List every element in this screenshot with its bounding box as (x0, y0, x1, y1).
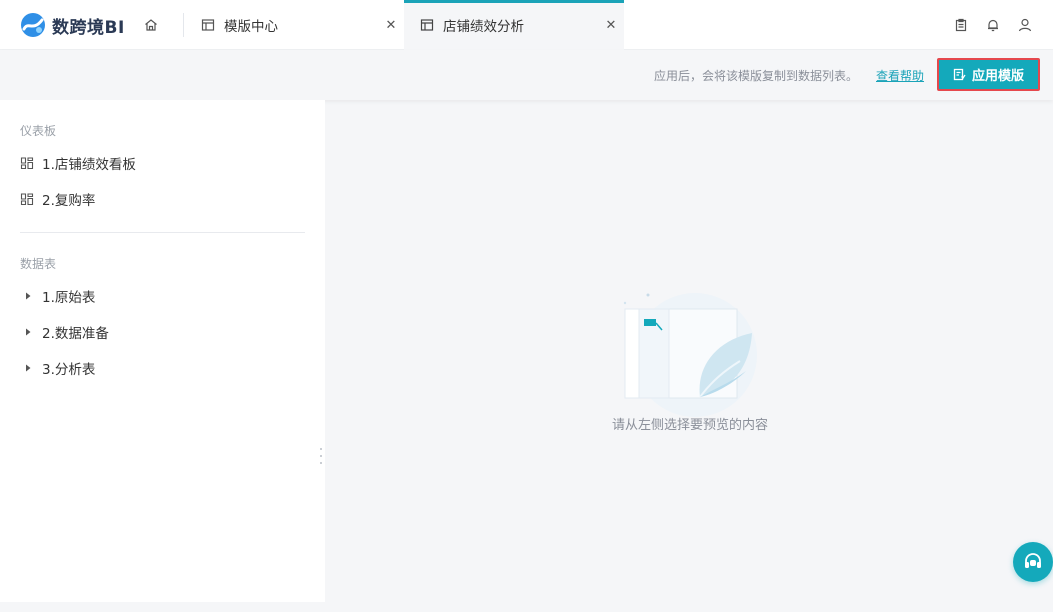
sidebar-item-label: 2.复购率 (42, 193, 96, 209)
home-icon (145, 19, 157, 31)
user-icon (1018, 18, 1032, 32)
sidebar-item-label: 2.数据准备 (42, 326, 109, 342)
empty-state-text: 请从左侧选择要预览的内容 (611, 418, 768, 433)
clipboard-icon (955, 18, 967, 32)
caret-right-icon (26, 328, 31, 336)
logo-icon (21, 13, 45, 37)
sidebar-resize-handle[interactable] (318, 448, 324, 464)
headset-icon (1025, 553, 1041, 568)
action-bar: 应用后，会将该模版复制到数据列表。 查看帮助 (0, 50, 1053, 100)
sidebar-item-table[interactable]: 3.分析表 (20, 356, 95, 380)
top-bar: 数跨境BI 模版中心 ✕ 店铺绩效分析 ✕ (0, 0, 1053, 50)
apply-hint: 应用后，会将该模版复制到数据列表。 (653, 69, 858, 83)
sidebar-item-label: 1.店铺绩效看板 (42, 157, 136, 173)
home-button[interactable] (140, 14, 162, 36)
sidebar-item-dashboard[interactable]: 1.店铺绩效看板 (20, 151, 136, 175)
app-logo[interactable]: 数跨境BI (20, 12, 125, 38)
notification-button[interactable] (983, 15, 1003, 35)
support-chat-button[interactable] (1013, 542, 1053, 582)
apply-template-button[interactable]: 应用模版 (937, 58, 1040, 91)
sidebar: 仪表板 1.店铺绩效看板 2.复购率 数据表 1.原始表 2.数据准备 3.分析… (0, 100, 325, 602)
section-label-datatables: 数据表 (20, 257, 57, 271)
sidebar-item-label: 3.分析表 (42, 362, 96, 378)
tab-label: 模版中心 (224, 19, 278, 35)
tab-template-center[interactable]: 模版中心 ✕ (184, 0, 404, 50)
sidebar-divider (20, 232, 305, 233)
user-button[interactable] (1015, 15, 1035, 35)
dashboard-icon (20, 157, 34, 170)
sidebar-item-table[interactable]: 1.原始表 (20, 284, 95, 308)
dashboard-icon (20, 193, 34, 206)
template-icon (201, 19, 215, 31)
bell-icon (988, 19, 998, 32)
close-icon[interactable]: ✕ (604, 18, 618, 33)
sidebar-item-label: 1.原始表 (42, 290, 96, 306)
sidebar-item-dashboard[interactable]: 2.复购率 (20, 187, 95, 211)
clipboard-button[interactable] (951, 15, 971, 35)
section-label-dashboards: 仪表板 (20, 124, 57, 138)
help-link[interactable]: 查看帮助 (876, 67, 924, 84)
close-icon[interactable]: ✕ (384, 18, 398, 33)
template-icon (420, 19, 434, 31)
sidebar-item-table[interactable]: 2.数据准备 (20, 320, 109, 344)
tab-label: 店铺绩效分析 (443, 19, 524, 35)
logo-text: 数跨境BI (52, 17, 125, 38)
caret-right-icon (26, 364, 31, 372)
apply-icon (953, 68, 966, 81)
apply-label: 应用模版 (971, 69, 1024, 84)
caret-right-icon (26, 292, 31, 300)
tab-store-performance[interactable]: 店铺绩效分析 ✕ (404, 0, 624, 50)
